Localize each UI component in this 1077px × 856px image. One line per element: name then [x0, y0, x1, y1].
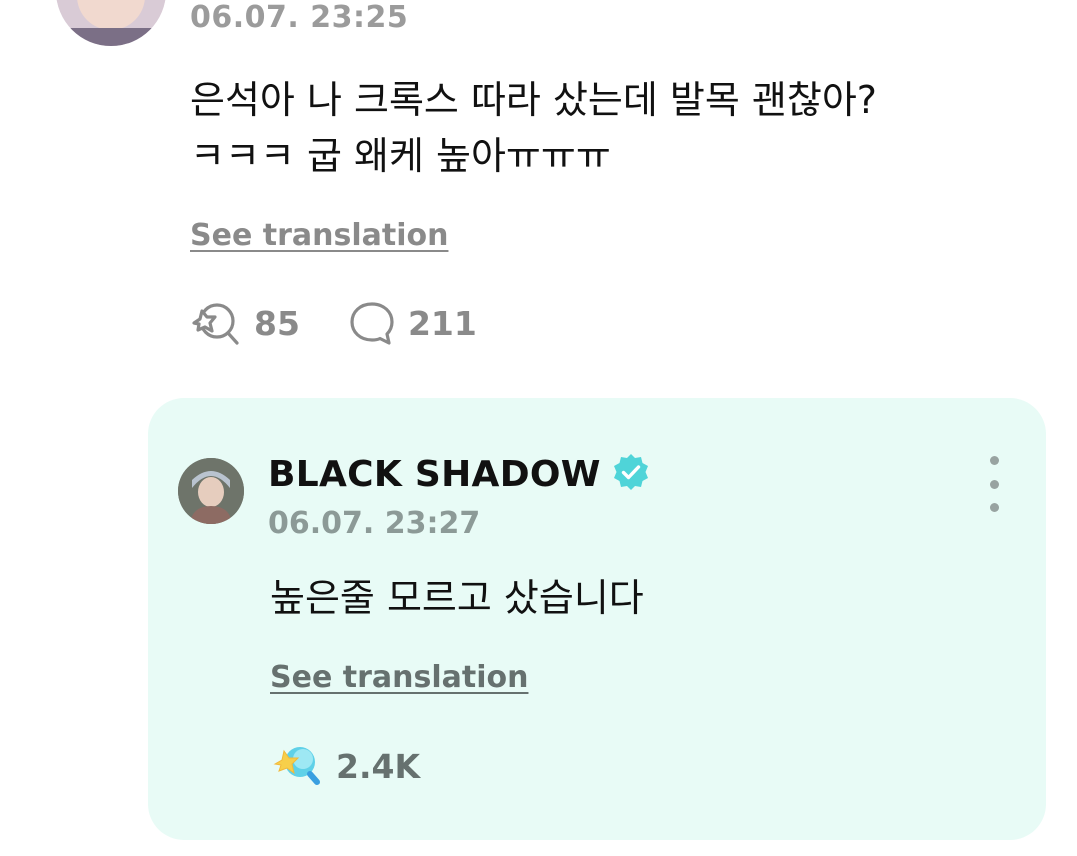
- reply-author-name[interactable]: BLACK SHADOW: [268, 454, 601, 495]
- post-comment-button[interactable]: 211: [348, 300, 477, 346]
- post-timestamp: 06.07. 23:25: [190, 0, 409, 35]
- reply-see-translation-link[interactable]: See translation: [270, 660, 528, 695]
- post-author-avatar[interactable]: [56, 0, 166, 46]
- reply-author-avatar[interactable]: [178, 458, 244, 524]
- post-like-count: 85: [254, 303, 300, 343]
- post-stats: 85 211: [190, 298, 477, 348]
- reply-like-button[interactable]: 2.4K: [272, 740, 420, 792]
- post-like-button[interactable]: 85: [190, 299, 300, 347]
- fan-post-thread: 06.07. 23:25 은석아 나 크록스 따라 샀는데 발목 괜찮아? ㅋㅋ…: [0, 0, 1077, 856]
- reply-like-count: 2.4K: [336, 746, 421, 786]
- comment-bubble-icon: [348, 300, 396, 346]
- reply-author-row: BLACK SHADOW: [268, 452, 651, 496]
- artist-reply-card: BLACK SHADOW 06.07. 23:27 높은줄 모르고 샀습니다 S…: [148, 398, 1046, 840]
- post-text-line: 은석아 나 크록스 따라 샀는데 발목 괜찮아?: [190, 78, 877, 122]
- post-text-line: ㅋㅋㅋ 굽 왜케 높아ㅠㅠㅠ: [190, 134, 611, 178]
- verified-badge-icon: [611, 452, 651, 496]
- post-comment-count: 211: [407, 303, 477, 343]
- like-filled-icon: [272, 740, 324, 792]
- post-see-translation-link[interactable]: See translation: [190, 218, 448, 253]
- post-text: 은석아 나 크록스 따라 샀는데 발목 괜찮아? ㅋㅋㅋ 굽 왜케 높아ㅠㅠㅠ: [190, 72, 1050, 184]
- like-outline-icon: [190, 299, 242, 347]
- reply-text: 높은줄 모르고 샀습니다: [270, 576, 644, 620]
- more-vertical-icon[interactable]: [976, 456, 1012, 512]
- reply-timestamp: 06.07. 23:27: [268, 506, 481, 541]
